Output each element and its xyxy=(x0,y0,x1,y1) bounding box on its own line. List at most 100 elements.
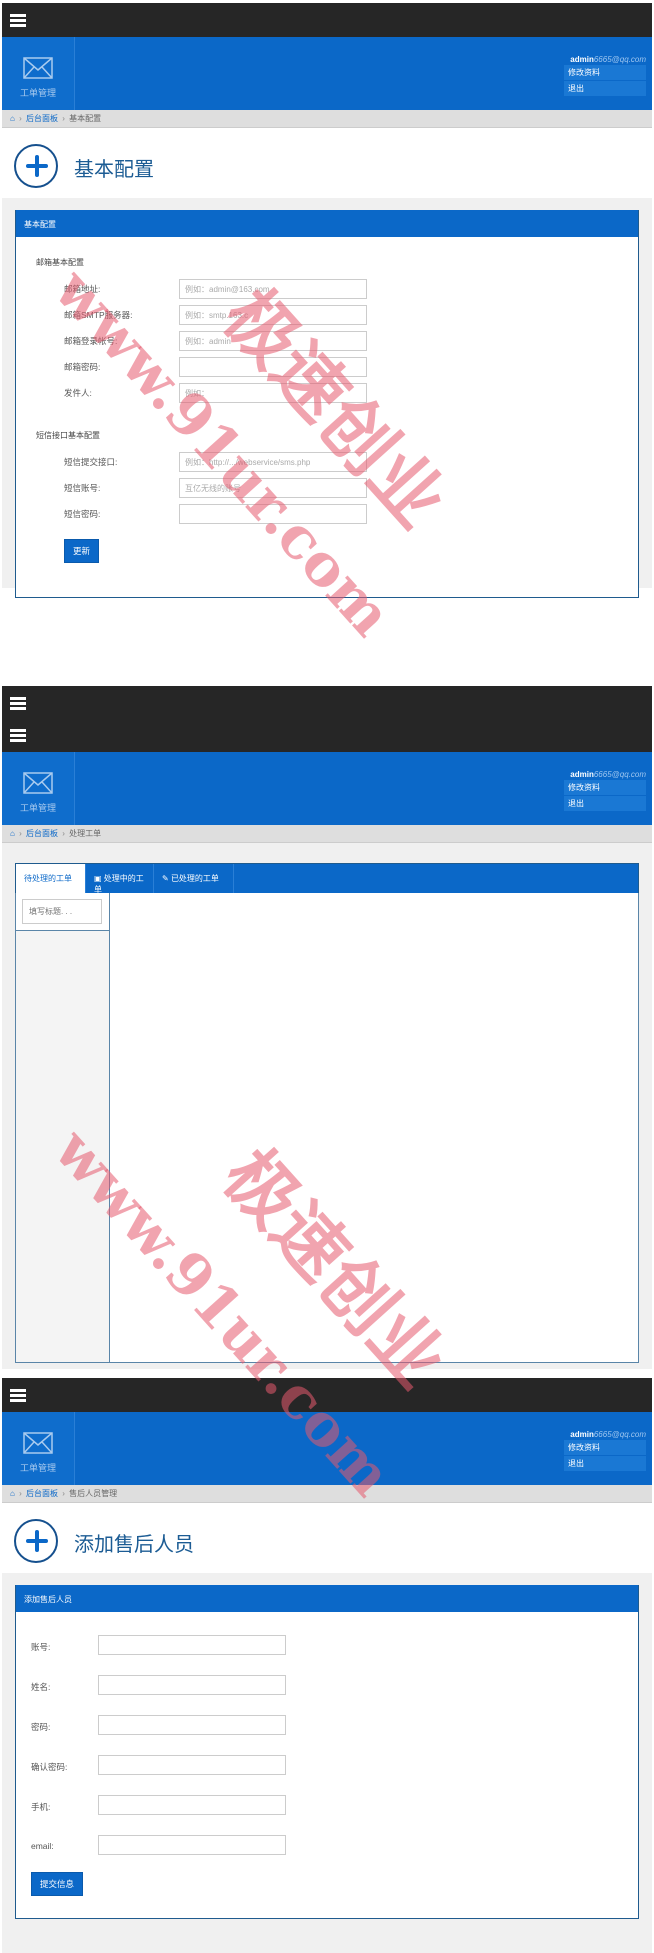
edit-profile-link[interactable]: 修改资料 xyxy=(564,780,646,795)
password-input[interactable] xyxy=(98,1715,286,1735)
panel-title: 添加售后人员 xyxy=(16,1585,638,1612)
module-label: 工单管理 xyxy=(19,88,56,98)
tab-pending-tickets[interactable]: 待处理的工单 xyxy=(16,864,86,894)
home-icon[interactable]: ⌂ xyxy=(10,1489,15,1498)
form-row: 密码: xyxy=(16,1712,638,1752)
account-input[interactable] xyxy=(98,1635,286,1655)
module-ticket-management[interactable]: 工单管理 xyxy=(2,1412,75,1485)
sms-section-title: 短信接口基本配置 xyxy=(36,431,100,440)
content-area: 添加售后人员 账号: 姓名: 密码: 确认密码: 手机: email: 提交信息 xyxy=(2,1573,652,1953)
form-row: 邮箱密码: xyxy=(36,356,618,382)
module-ticket-management[interactable]: 工单管理 xyxy=(2,37,75,110)
sms-api-input[interactable] xyxy=(179,452,367,472)
form-row: 确认密码: xyxy=(16,1752,638,1792)
config-panel: 基本配置 邮箱基本配置 邮箱地址: 邮箱SMTP服务器: 邮箱登录帐号: 邮箱密… xyxy=(15,210,639,598)
name-input[interactable] xyxy=(98,1675,286,1695)
content-area: 基本配置 邮箱基本配置 邮箱地址: 邮箱SMTP服务器: 邮箱登录帐号: 邮箱密… xyxy=(2,198,652,598)
page-header: 添加售后人员 xyxy=(2,1503,652,1573)
panel-title: 基本配置 xyxy=(16,210,638,237)
ticket-list xyxy=(16,893,110,1362)
content-area: 待处理的工单 ▣ 处理中的工单 ✎ 已处理的工单 xyxy=(2,843,652,1369)
tickets-body xyxy=(15,893,639,1363)
ticket-search xyxy=(16,893,109,931)
envelope-icon xyxy=(23,772,53,794)
form-row: 账号: xyxy=(16,1632,638,1672)
module-label: 工单管理 xyxy=(19,1463,56,1473)
name-label: 姓名: xyxy=(31,1682,51,1692)
logout-link[interactable]: 退出 xyxy=(564,81,646,96)
phone-label: 手机: xyxy=(31,1802,51,1812)
edit-profile-link[interactable]: 修改资料 xyxy=(564,1440,646,1455)
sms-password-input[interactable] xyxy=(179,504,367,524)
sms-account-input[interactable] xyxy=(179,478,367,498)
home-icon[interactable]: ⌂ xyxy=(10,114,15,123)
add-staff-panel: 添加售后人员 账号: 姓名: 密码: 确认密码: 手机: email: 提交信息 xyxy=(15,1585,639,1919)
envelope-icon xyxy=(23,57,53,79)
brand-bar: 工单管理 admin6665@qq.com 修改资料 退出 xyxy=(2,752,652,825)
sender-input[interactable] xyxy=(179,383,367,403)
screen-basic-config: 工单管理 admin6665@qq.com 修改资料 退出 ⌂ › 后台面板 ›… xyxy=(2,3,652,598)
sms-api-label: 短信提交接口: xyxy=(64,457,118,467)
logout-link[interactable]: 退出 xyxy=(564,1456,646,1471)
top-bar xyxy=(2,1378,652,1412)
tab-processing-tickets[interactable]: ▣ 处理中的工单 xyxy=(86,864,154,894)
email-password-input[interactable] xyxy=(179,357,367,377)
menu-icon[interactable] xyxy=(10,14,26,27)
brand-bar: 工单管理 admin6665@qq.com 修改资料 退出 xyxy=(2,37,652,110)
breadcrumb-dashboard[interactable]: 后台面板 xyxy=(26,1489,58,1498)
user-panel: admin6665@qq.com 修改资料 退出 xyxy=(564,55,646,96)
breadcrumb-current: 基本配置 xyxy=(69,114,102,123)
plus-circle-icon xyxy=(14,144,58,188)
top-bar xyxy=(2,686,652,752)
menu-icon[interactable] xyxy=(10,697,26,710)
email-password-label: 邮箱密码: xyxy=(64,362,101,372)
phone-input[interactable] xyxy=(98,1795,286,1815)
inbox-icon: ▣ xyxy=(94,874,104,883)
module-label: 工单管理 xyxy=(19,803,56,813)
page-title: 添加售后人员 xyxy=(74,1534,194,1556)
edit-icon: ✎ xyxy=(162,874,171,883)
sms-account-label: 短信账号: xyxy=(64,483,101,493)
submit-info-button[interactable]: 提交信息 xyxy=(31,1872,84,1896)
module-ticket-management[interactable]: 工单管理 xyxy=(2,752,75,825)
email-label: email: xyxy=(31,1841,54,1851)
account-label: 账号: xyxy=(31,1642,51,1652)
page-title: 基本配置 xyxy=(74,159,154,181)
plus-circle-icon xyxy=(14,1519,58,1563)
screen-process-tickets: 工单管理 admin6665@qq.com 修改资料 退出 ⌂ › 后台面板 ›… xyxy=(2,686,652,1369)
email-account-input[interactable] xyxy=(179,331,367,351)
home-icon[interactable]: ⌂ xyxy=(10,829,15,838)
logout-link[interactable]: 退出 xyxy=(564,796,646,811)
menu-icon[interactable] xyxy=(10,1389,26,1402)
smtp-server-input[interactable] xyxy=(179,305,367,325)
form-row: 短信密码: xyxy=(36,503,618,529)
breadcrumb-separator: › xyxy=(62,1489,65,1498)
form-row: 发件人: xyxy=(36,382,618,408)
smtp-server-label: 邮箱SMTP服务器: xyxy=(64,310,133,320)
breadcrumb-separator: › xyxy=(62,829,65,838)
email-address-label: 邮箱地址: xyxy=(64,284,101,294)
email-input[interactable] xyxy=(98,1835,286,1855)
breadcrumb-dashboard[interactable]: 后台面板 xyxy=(26,114,58,123)
form-row: 手机: xyxy=(16,1792,638,1832)
update-button[interactable]: 更新 xyxy=(64,539,100,563)
email-account-label: 邮箱登录帐号: xyxy=(64,336,118,346)
breadcrumb-current: 处理工单 xyxy=(69,829,102,838)
form-row: email: xyxy=(16,1832,638,1872)
email-section-title: 邮箱基本配置 xyxy=(36,258,84,267)
form-row: 短信账号: xyxy=(36,477,618,503)
breadcrumb-dashboard[interactable]: 后台面板 xyxy=(26,829,58,838)
breadcrumb-separator: › xyxy=(19,1489,22,1498)
tab-processed-tickets[interactable]: ✎ 已处理的工单 xyxy=(154,864,234,894)
form-row: 邮箱地址: xyxy=(36,278,618,304)
edit-profile-link[interactable]: 修改资料 xyxy=(564,65,646,80)
confirm-password-input[interactable] xyxy=(98,1755,286,1775)
user-panel: admin6665@qq.com 修改资料 退出 xyxy=(564,770,646,811)
menu-icon[interactable] xyxy=(10,729,26,742)
brand-bar: 工单管理 admin6665@qq.com 修改资料 退出 xyxy=(2,1412,652,1485)
user-name: admin6665@qq.com xyxy=(570,770,646,779)
form-row: 短信提交接口: xyxy=(36,451,618,477)
ticket-search-input[interactable] xyxy=(22,899,102,924)
envelope-icon xyxy=(23,1432,53,1454)
email-address-input[interactable] xyxy=(179,279,367,299)
